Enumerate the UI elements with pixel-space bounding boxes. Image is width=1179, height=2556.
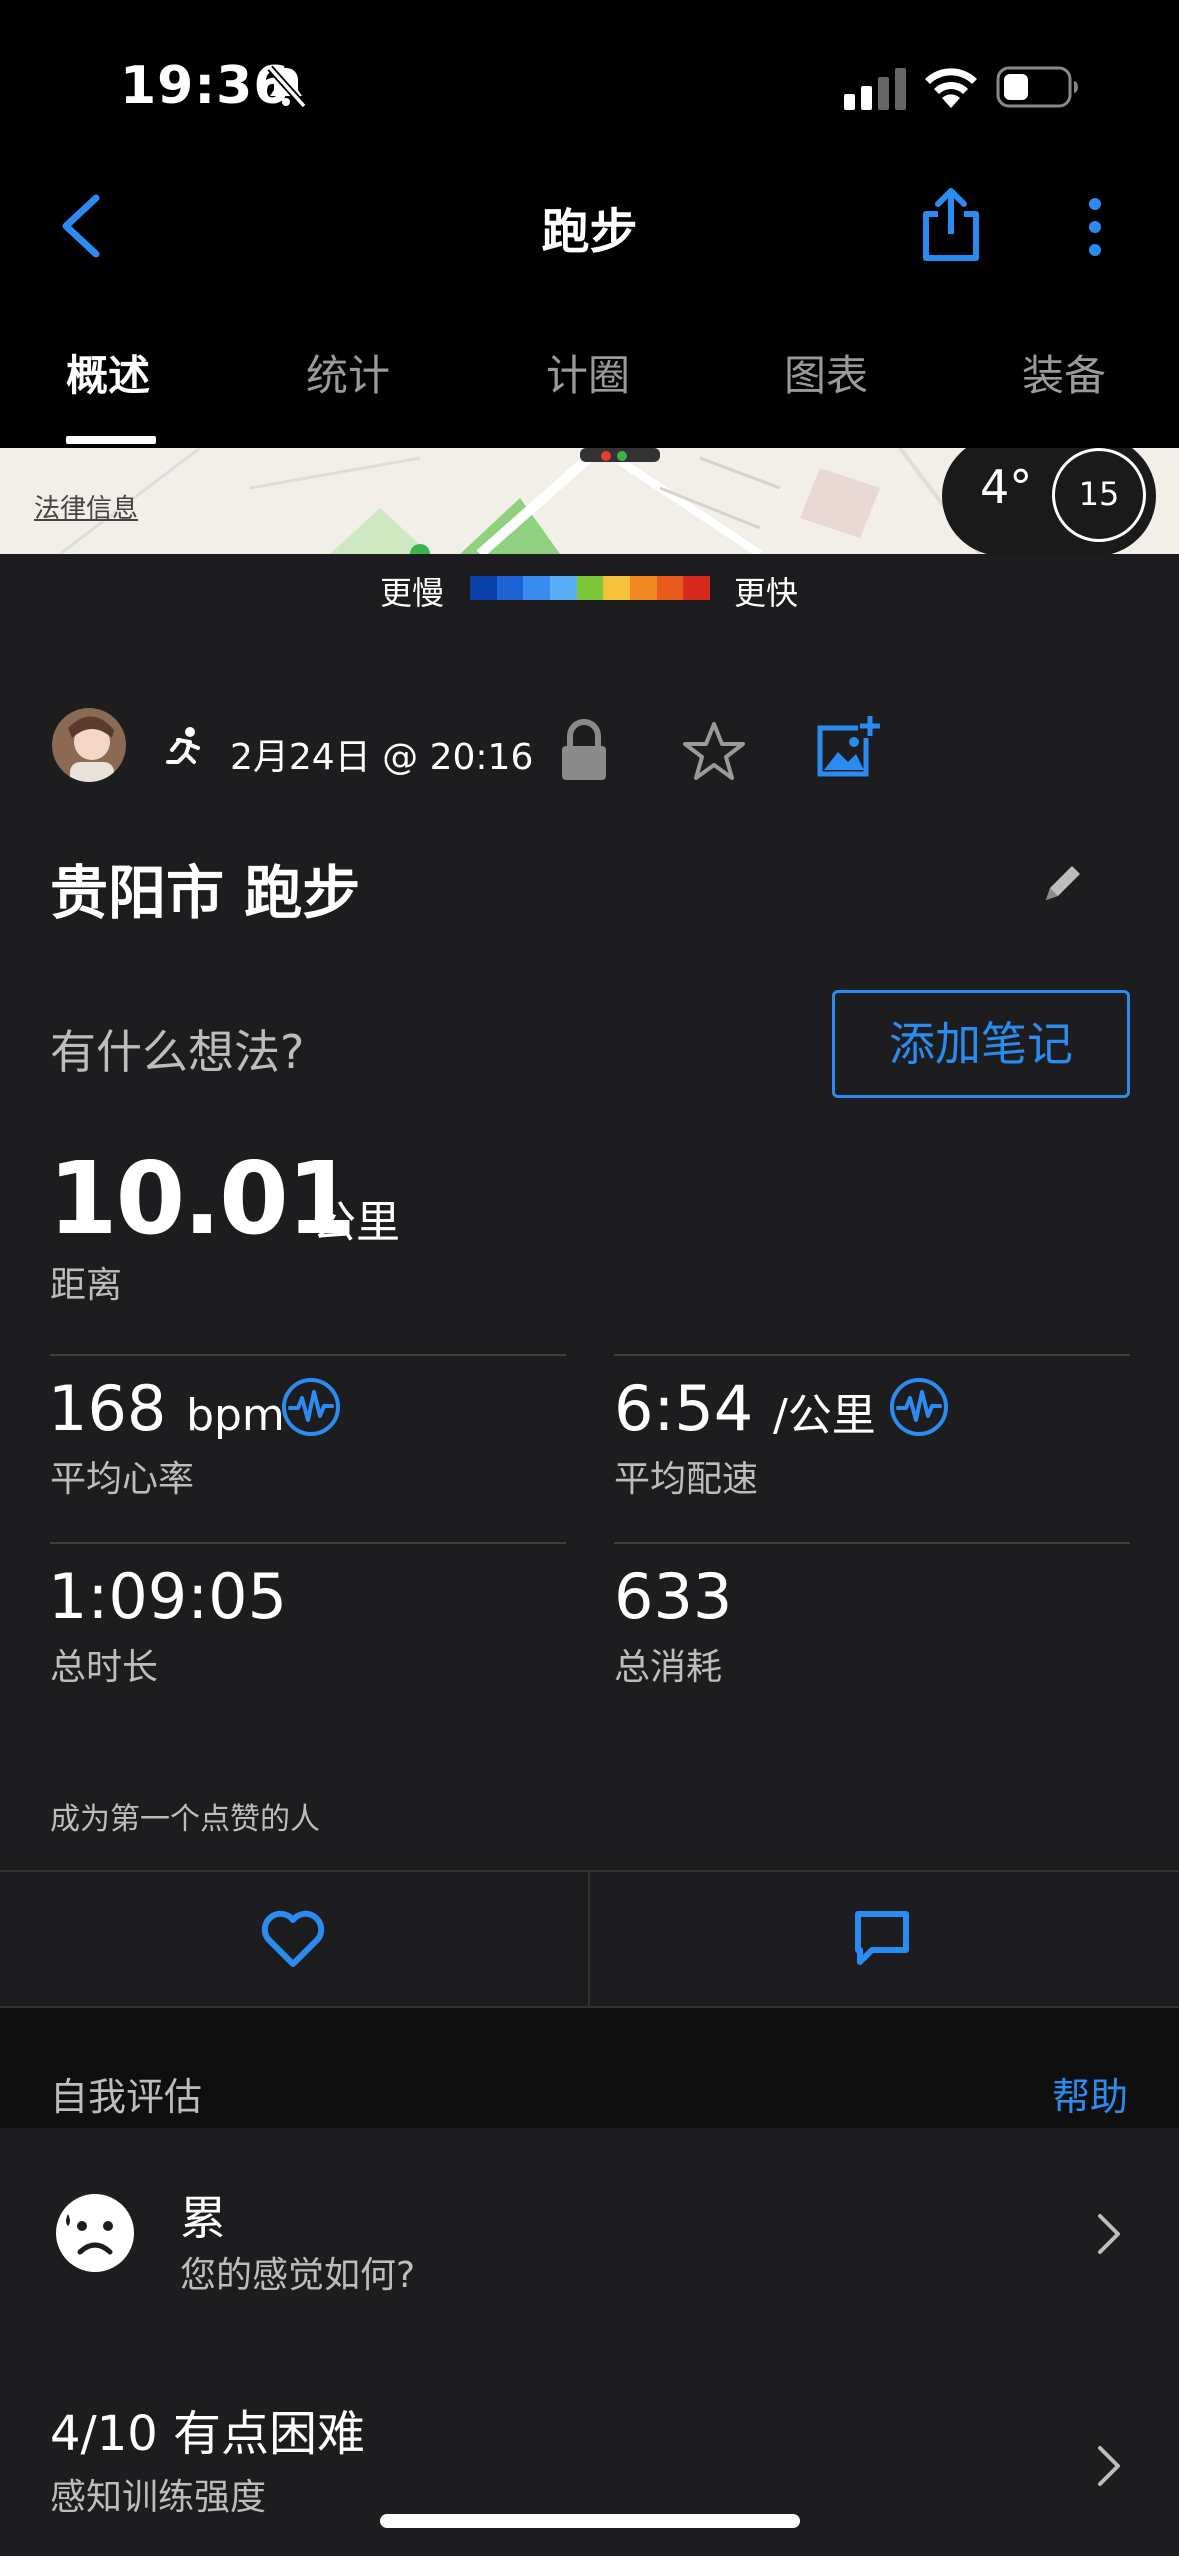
- feeling-subtitle: 您的感觉如何?: [180, 2255, 416, 2296]
- legal-info-link[interactable]: 法律信息: [34, 488, 138, 525]
- privacy-lock-icon[interactable]: [558, 718, 610, 782]
- self-evaluation-header: 自我评估 帮助: [0, 2008, 1179, 2128]
- more-options-button[interactable]: [1082, 196, 1108, 258]
- likes-text: 成为第一个点赞的人: [50, 1802, 320, 1837]
- speed-color-scale: [470, 576, 711, 600]
- distance-unit: 公里: [312, 1197, 400, 1248]
- effort-title: 4/10 有点困难: [50, 2406, 366, 2462]
- speed-color-swatch: [683, 576, 711, 600]
- action-separator: [588, 1872, 590, 2010]
- edit-pencil-icon[interactable]: [1040, 860, 1086, 906]
- calories-label: 总消耗: [614, 1647, 723, 1688]
- speed-color-swatch: [550, 576, 577, 600]
- legend-slow-label: 更慢: [380, 574, 445, 612]
- wifi-icon: [925, 68, 977, 108]
- add-note-button[interactable]: 添加笔记: [832, 990, 1130, 1098]
- temperature: 4°: [980, 460, 1033, 514]
- chevron-right-icon: [1098, 2214, 1120, 2254]
- speed-legend: 更慢 更快: [0, 568, 1179, 612]
- calories-value: 633: [614, 1560, 733, 1633]
- avg-hr-value-row: 168 bpm: [48, 1372, 285, 1445]
- speed-color-swatch: [496, 576, 524, 600]
- like-heart-button[interactable]: [260, 1908, 326, 1970]
- avg-hr-label: 平均心率: [50, 1459, 195, 1500]
- avg-pace-label: 平均配速: [614, 1459, 759, 1500]
- effort-subtitle: 感知训练强度: [50, 2477, 267, 2518]
- divider: [50, 1542, 566, 1544]
- tab-gear[interactable]: 装备: [1022, 342, 1106, 403]
- avg-pace-value: 6:54: [614, 1372, 754, 1445]
- activity-title: 贵阳市 跑步: [50, 859, 361, 927]
- home-indicator[interactable]: [380, 2514, 800, 2528]
- legend-fast-label: 更快: [734, 574, 799, 612]
- weather-widget: 4° 15: [942, 448, 1156, 554]
- feeling-row[interactable]: 累 您的感觉如何?: [0, 2128, 1179, 2338]
- battery-icon: [996, 66, 1078, 108]
- tab-laps[interactable]: 计圈: [546, 342, 630, 403]
- tab-stats[interactable]: 统计: [306, 342, 390, 403]
- tab-bar: 概述 统计 计圈 图表 装备: [0, 330, 1179, 448]
- social-actions: [0, 1870, 1179, 2010]
- activity-date: 2月24日 @ 20:16: [230, 737, 534, 778]
- thoughts-prompt: 有什么想法?: [50, 1025, 305, 1079]
- divider: [614, 1542, 1130, 1544]
- active-tab-indicator: [66, 436, 156, 444]
- add-photo-icon[interactable]: [816, 714, 882, 780]
- avatar[interactable]: [52, 708, 126, 782]
- avg-hr-unit: bpm: [186, 1390, 285, 1441]
- feeling-title: 累: [180, 2191, 226, 2245]
- route-map[interactable]: 法律信息 4° 15: [0, 448, 1179, 554]
- avg-pace-value-row: 6:54 /公里: [614, 1372, 876, 1445]
- speed-color-swatch: [656, 576, 684, 600]
- pace-chart-icon[interactable]: [888, 1376, 950, 1438]
- distance-value: 10.01: [48, 1140, 356, 1257]
- duration-value: 1:09:05: [48, 1560, 288, 1633]
- distance-label: 距离: [50, 1265, 123, 1306]
- cellular-signal-icon: [844, 68, 906, 110]
- tired-face-icon: [56, 2194, 134, 2272]
- self-evaluation-title: 自我评估: [50, 2075, 203, 2119]
- tab-charts[interactable]: 图表: [784, 342, 868, 403]
- divider: [50, 1354, 566, 1356]
- tab-overview[interactable]: 概述: [66, 342, 150, 403]
- avg-pace-unit: /公里: [772, 1390, 876, 1441]
- chevron-right-icon: [1098, 2446, 1120, 2486]
- page-title: 跑步: [541, 204, 638, 260]
- share-button[interactable]: [920, 186, 982, 262]
- speed-color-swatch: [630, 576, 657, 600]
- speed-color-swatch: [576, 576, 604, 600]
- divider: [614, 1354, 1130, 1356]
- avg-hr-value: 168: [48, 1372, 167, 1445]
- speed-color-swatch: [523, 576, 551, 600]
- help-link[interactable]: 帮助: [1052, 2066, 1128, 2121]
- comment-button[interactable]: [852, 1908, 912, 1968]
- favorite-star-icon[interactable]: [682, 720, 746, 782]
- wind-speed: 15: [1078, 475, 1120, 513]
- speed-color-swatch: [603, 576, 631, 600]
- heart-rate-chart-icon[interactable]: [280, 1376, 342, 1438]
- duration-label: 总时长: [50, 1647, 159, 1688]
- wind-dial: 15: [1052, 448, 1146, 542]
- top-bar: 19:36 跑步 概述 统计 计圈 图表 装备: [0, 0, 1179, 448]
- speed-color-swatch: [470, 576, 497, 600]
- running-icon: [166, 727, 200, 764]
- bell-off-icon: [267, 65, 307, 109]
